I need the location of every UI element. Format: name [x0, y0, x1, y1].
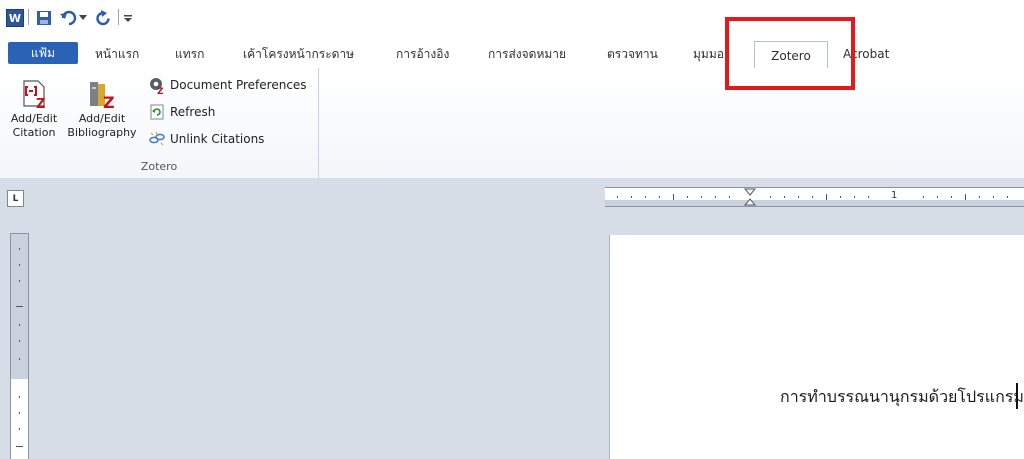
document-page[interactable]: การทำบรรณนานุกรมด้วยโปรแกรม — [610, 235, 1024, 459]
add-edit-citation-label: Add/Edit Citation — [10, 112, 58, 139]
document-text[interactable]: การทำบรรณนานุกรมด้วยโปรแกรม — [780, 385, 1024, 410]
svg-text:Z: Z — [157, 87, 164, 94]
document-workspace: L 1 การทำบรรณนานุกรมด้วยโปรแกรม — [0, 178, 1024, 459]
tab-file[interactable]: แฟ้ม — [8, 42, 78, 64]
bibliography-icon: Z — [86, 78, 118, 112]
dropdown-arrow-icon[interactable] — [78, 8, 88, 28]
toolbar-divider — [28, 9, 29, 25]
horizontal-ruler[interactable]: 1 — [605, 187, 1024, 207]
word-icon[interactable]: W — [6, 8, 24, 28]
citation-icon: Z — [18, 78, 50, 112]
tab-review[interactable]: ตรวจทาน — [607, 42, 658, 66]
zotero-tab-highlight — [725, 17, 855, 90]
unlink-citations-label: Unlink Citations — [170, 132, 265, 146]
ribbon-tabs: แฟ้ม หน้าแรก แทรก เค้าโครงหน้ากระดาษ การ… — [0, 36, 1024, 69]
refresh-button[interactable]: Refresh — [148, 101, 215, 123]
undo-icon[interactable] — [58, 8, 78, 28]
gear-icon: Z — [148, 76, 166, 97]
text-cursor — [1016, 383, 1018, 409]
document-preferences-label: Document Preferences — [170, 78, 307, 92]
tab-stop-selector[interactable]: L — [7, 190, 24, 207]
refresh-label: Refresh — [170, 105, 216, 119]
unlink-icon — [148, 130, 166, 148]
redo-icon[interactable] — [93, 8, 113, 28]
zotero-group: Z Add/Edit Citation Z Add/Edit Bibliogra… — [0, 68, 319, 178]
ruler-mark-1: 1 — [891, 190, 898, 201]
word-window: W แฟ้ม หน้าแรก แทรก เค้าโครงหน้ากระดาษ ก… — [0, 0, 1024, 459]
svg-text:Z: Z — [36, 97, 45, 110]
quick-access-toolbar: W — [0, 0, 1024, 36]
ribbon-panel: Z Add/Edit Citation Z Add/Edit Bibliogra… — [0, 68, 1024, 179]
save-icon[interactable] — [34, 8, 54, 28]
tab-page-layout[interactable]: เค้าโครงหน้ากระดาษ — [243, 42, 354, 66]
tab-references[interactable]: การอ้างอิง — [396, 42, 449, 66]
tab-home[interactable]: หน้าแรก — [95, 42, 139, 66]
customize-icon[interactable] — [122, 8, 134, 28]
zotero-group-label: Zotero — [140, 160, 178, 173]
document-preferences-button[interactable]: Z Document Preferences — [148, 74, 307, 97]
tab-mailings[interactable]: การส่งจดหมาย — [488, 42, 566, 66]
tab-insert[interactable]: แทรก — [175, 42, 204, 66]
add-edit-bibliography-label: Add/Edit Bibliography — [67, 112, 137, 139]
add-edit-citation-button[interactable]: Z Add/Edit Citation — [6, 78, 62, 140]
toolbar-divider — [118, 9, 119, 25]
vertical-ruler[interactable] — [10, 233, 29, 459]
svg-text:Z: Z — [103, 93, 115, 110]
add-edit-bibliography-button[interactable]: Z Add/Edit Bibliography — [66, 78, 138, 140]
refresh-icon — [148, 103, 166, 121]
unlink-citations-button[interactable]: Unlink Citations — [148, 128, 264, 150]
